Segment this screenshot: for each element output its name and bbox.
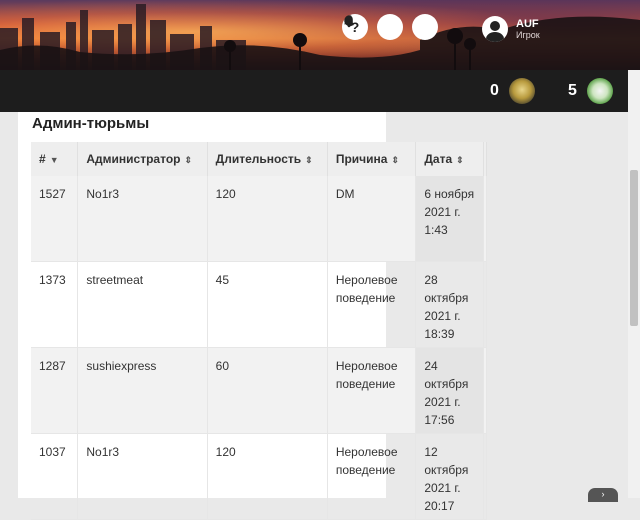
column-header-reason[interactable]: Причина ⇕ xyxy=(327,142,417,176)
table-row[interactable]: 1037 No1r3 120 Неролевое поведение 12 ок… xyxy=(31,433,488,520)
cell-duration: 120 xyxy=(207,433,328,520)
cell-date: 12 октября 2021 г. 20:17 xyxy=(415,433,484,520)
column-header-id[interactable]: # ▼ xyxy=(31,142,79,176)
hero-banner: ? AUF Игрок xyxy=(0,0,640,70)
cell-reason: DM xyxy=(327,176,417,262)
cell-admin: streetmeat xyxy=(77,261,208,348)
cell-admin: No1r3 xyxy=(77,433,208,520)
column-header-duration[interactable]: Длительность ⇕ xyxy=(207,142,328,176)
sort-icon: ⇕ xyxy=(391,155,399,165)
column-header-date[interactable]: Дата ⇕ xyxy=(415,142,484,176)
sort-icon: ⇕ xyxy=(456,155,464,165)
sort-icon: ⇕ xyxy=(305,155,313,165)
cell-reason: Неролевое поведение xyxy=(327,347,417,434)
user-menu[interactable]: AUF Игрок xyxy=(482,16,540,42)
table-row[interactable]: 1373 streetmeat 45 Неролевое поведение 2… xyxy=(31,261,488,348)
stat-character-value: 5 xyxy=(568,82,577,99)
character-badge-icon xyxy=(586,78,613,104)
column-header-admin[interactable]: Администратор ⇕ xyxy=(77,142,208,176)
rank-badge-icon xyxy=(508,78,535,104)
admin-jails-table: # ▼ Администратор ⇕ Длительность ⇕ Причина ⇕… xyxy=(31,142,488,520)
city-skyline-image xyxy=(0,4,640,70)
stat-character[interactable]: 5 xyxy=(568,70,613,112)
scroll-top-button[interactable]: › xyxy=(588,488,618,502)
theme-toggle-button[interactable] xyxy=(344,14,403,40)
table-header-row: # ▼ Администратор ⇕ Длительность ⇕ Причина ⇕… xyxy=(31,142,488,176)
scrollbar-thumb[interactable] xyxy=(630,170,638,326)
notifications-button[interactable] xyxy=(344,14,438,40)
cell-date: 6 ноября 2021 г. 1:43 xyxy=(415,176,484,262)
cell-admin: sushiexpress xyxy=(77,347,208,434)
cell-date: 24 октября 2021 г. 17:56 xyxy=(415,347,484,434)
table-row[interactable]: 1287 sushiexpress 60 Неролевое поведение… xyxy=(31,347,488,434)
cell-id: 1373 xyxy=(31,261,79,348)
stat-rank[interactable]: 0 xyxy=(490,70,535,112)
avatar xyxy=(482,16,508,42)
page-scrollbar[interactable] xyxy=(628,70,640,498)
cell-duration: 120 xyxy=(207,176,328,262)
page-title: Админ-тюрьмы xyxy=(32,115,150,132)
table-row[interactable]: 1527 No1r3 120 DM 6 ноября 2021 г. 1:43 xyxy=(31,176,488,262)
user-name: AUF xyxy=(516,17,539,30)
cell-date: 28 октября 2021 г. 18:39 xyxy=(415,261,484,348)
stats-bar: 0 5 xyxy=(0,70,628,112)
user-role: Игрок xyxy=(516,29,540,40)
stat-rank-value: 0 xyxy=(490,82,499,99)
cell-reason: Неролевое поведение xyxy=(327,433,417,520)
cell-id: 1287 xyxy=(31,347,79,434)
cell-id: 1037 xyxy=(31,433,79,520)
cell-reason: Неролевое поведение xyxy=(327,261,417,348)
sort-desc-icon: ▼ xyxy=(49,155,59,165)
sort-icon: ⇕ xyxy=(184,155,193,165)
cell-duration: 60 xyxy=(207,347,328,434)
cell-admin: No1r3 xyxy=(77,176,208,262)
cell-duration: 45 xyxy=(207,261,328,348)
cell-id: 1527 xyxy=(31,176,79,262)
bell-icon xyxy=(344,15,354,28)
